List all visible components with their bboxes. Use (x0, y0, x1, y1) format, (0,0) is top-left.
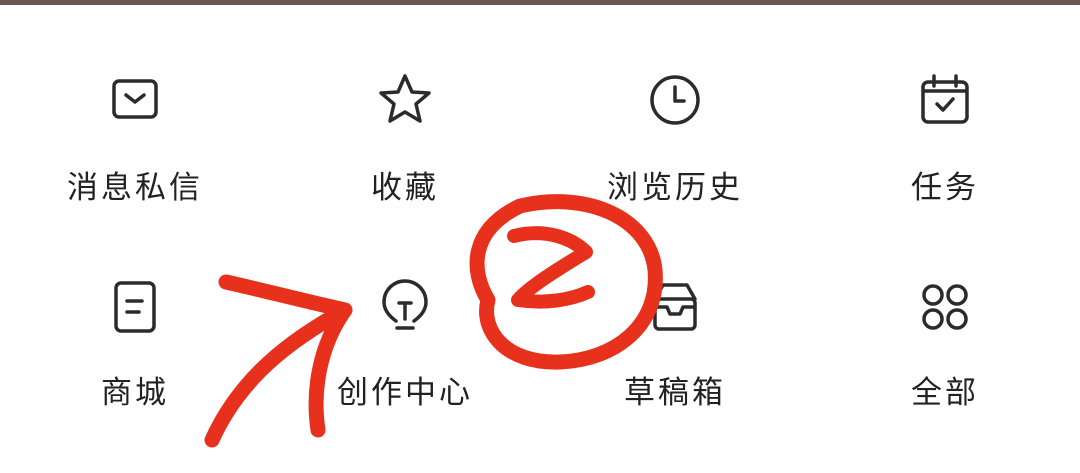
menu-item-creator-center[interactable]: 创作中心 (270, 205, 540, 411)
menu-item-label: 草稿箱 (624, 375, 726, 411)
menu-item-messages[interactable]: 消息私信 (0, 5, 270, 206)
menu-item-label: 消息私信 (67, 170, 203, 206)
menu-item-history[interactable]: 浏览历史 (540, 5, 810, 206)
menu-item-favorites[interactable]: 收藏 (270, 5, 540, 206)
draft-box-icon (645, 277, 705, 337)
menu-item-label: 任务 (911, 170, 979, 206)
clock-icon (645, 70, 705, 130)
menu-item-label: 创作中心 (337, 375, 473, 411)
menu-item-all[interactable]: 全部 (810, 205, 1080, 411)
menu-item-drafts[interactable]: 草稿箱 (540, 205, 810, 411)
store-list-icon (105, 277, 165, 337)
menu-item-store[interactable]: 商城 (0, 205, 270, 411)
star-icon (375, 70, 435, 130)
grid-dots-icon (915, 277, 975, 337)
menu-item-label: 全部 (911, 375, 979, 411)
menu-item-label: 浏览历史 (607, 170, 743, 206)
menu-grid: 消息私信 收藏 浏览历史 任务 商城 创作中心 草稿箱 全部 (0, 5, 1080, 473)
mail-icon (105, 70, 165, 130)
menu-item-tasks[interactable]: 任务 (810, 5, 1080, 206)
calendar-check-icon (915, 70, 975, 130)
menu-item-label: 收藏 (371, 170, 439, 206)
menu-item-label: 商城 (101, 375, 169, 411)
lightbulb-icon (375, 277, 435, 337)
